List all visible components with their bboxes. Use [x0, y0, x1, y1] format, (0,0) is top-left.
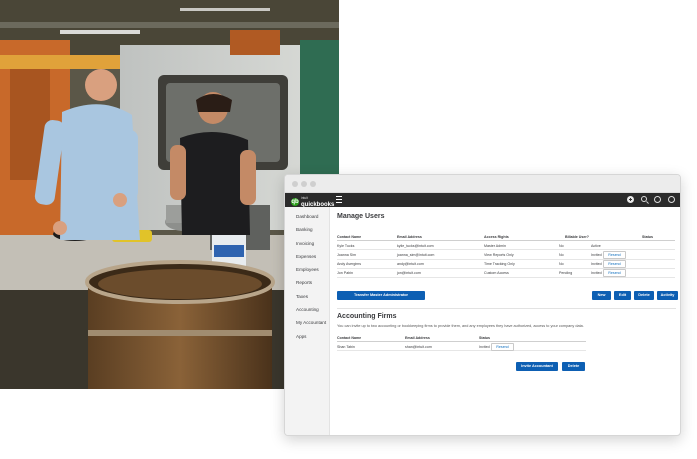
user-status: Invited	[591, 271, 602, 276]
user-name: Jon Pabin	[337, 271, 353, 276]
firms-table: Contact Name Email Address Status Shan T…	[337, 333, 586, 352]
user-email: andy@intuit.com	[397, 262, 424, 267]
table-row: Shan Tabin shan@intuit.com Invited Resen…	[337, 342, 586, 352]
user-name: Kyle Tucks	[337, 243, 355, 248]
resend-button[interactable]: Resend	[603, 250, 626, 259]
sidebar-item-accounting[interactable]: Accounting	[285, 303, 329, 316]
user-billable: Pending	[559, 271, 573, 276]
window-minimize-dot[interactable]	[301, 181, 307, 187]
col-email-address: Email Address	[405, 335, 430, 340]
resend-button[interactable]: Resend	[603, 269, 626, 278]
col-access-rights: Access Rights	[484, 234, 509, 239]
user-email: jon@intuit.com	[397, 271, 421, 276]
main-content: Manage Users Contact Name Email Address …	[331, 207, 680, 435]
table-row: Andy Avergirns andy@intuit.com Time Trac…	[337, 260, 675, 269]
user-status: Active	[591, 243, 601, 248]
user-status: Invited	[591, 262, 602, 267]
new-user-button[interactable]: New	[592, 291, 611, 300]
accounting-firms-title: Accounting Firms	[337, 313, 397, 320]
firms-table-header: Contact Name Email Address Status	[337, 333, 586, 342]
resend-button[interactable]: Resend	[491, 342, 514, 351]
sidebar: Dashboard Banking Invoicing Expenses Emp…	[285, 207, 330, 435]
firm-status: Invited	[479, 344, 490, 349]
user-email: joanna_sim@intuit.com	[397, 252, 435, 257]
resend-button[interactable]: Resend	[603, 260, 626, 269]
sidebar-item-employees[interactable]: Employees	[285, 263, 329, 276]
col-billable-user: Billable User?	[565, 234, 589, 239]
window-close-dot[interactable]	[292, 181, 298, 187]
sidebar-item-invoicing[interactable]: Invoicing	[285, 237, 329, 250]
sidebar-item-reports[interactable]: Reports	[285, 276, 329, 289]
table-row: Joanna Sim joanna_sim@intuit.com View Re…	[337, 250, 675, 260]
firm-contact-name: Shan Tabin	[337, 344, 355, 349]
user-status: Invited	[591, 252, 602, 257]
window-zoom-dot[interactable]	[310, 181, 316, 187]
delete-user-button[interactable]: Delete	[634, 291, 654, 300]
user-rights: Time Tracking Only	[484, 262, 515, 267]
invite-accountant-button[interactable]: Invite Accountant	[516, 362, 558, 371]
section-divider	[337, 308, 676, 309]
sidebar-item-expenses[interactable]: Expenses	[285, 250, 329, 263]
firm-email: shan@intuit.com	[405, 344, 432, 349]
users-table-header: Contact Name Email Address Access Rights…	[337, 232, 675, 241]
user-rights: Master Admin	[484, 243, 506, 248]
col-contact-name: Contact Name	[337, 234, 362, 239]
manage-users-title: Manage Users	[337, 213, 385, 220]
accounting-firms-note: You can invite up to two accounting or b…	[337, 324, 584, 328]
gear-icon[interactable]	[654, 196, 661, 203]
table-row: Jon Pabin jon@intuit.com Custom Access P…	[337, 269, 675, 279]
quickbooks-logo-icon: qb	[291, 198, 299, 206]
search-icon[interactable]	[641, 196, 647, 202]
user-email: kylie_tucks@intuit.com	[397, 243, 434, 248]
delete-firm-button[interactable]: Delete	[562, 362, 585, 371]
user-name: Andy Avergirns	[337, 262, 362, 267]
user-rights: View Reports Only	[484, 252, 514, 257]
user-billable: No	[559, 252, 564, 257]
hamburger-menu-icon[interactable]	[336, 196, 342, 205]
app-topbar: qb intuit quickbooks	[285, 193, 680, 208]
col-status: Status	[479, 335, 490, 340]
plus-icon[interactable]	[627, 196, 634, 203]
col-status: Status	[642, 234, 653, 239]
table-row: Kyle Tucks kylie_tucks@intuit.com Master…	[337, 241, 675, 251]
sidebar-item-banking[interactable]: Banking	[285, 223, 329, 236]
transfer-master-admin-button[interactable]: Transfer Master Administrator	[337, 291, 425, 300]
user-name: Joanna Sim	[337, 252, 356, 257]
quickbooks-window: qb intuit quickbooks Dashboard Banking I…	[284, 174, 681, 436]
sidebar-item-my-accountant[interactable]: My Accountant	[285, 316, 329, 329]
user-billable: No	[559, 243, 564, 248]
sidebar-item-apps[interactable]: Apps	[285, 330, 329, 343]
user-billable: No	[559, 262, 564, 267]
col-email-address: Email Address	[397, 234, 422, 239]
window-chrome	[285, 175, 680, 193]
col-contact-name: Contact Name	[337, 335, 362, 340]
sidebar-item-dashboard[interactable]: Dashboard	[285, 210, 329, 223]
users-table: Contact Name Email Address Access Rights…	[337, 232, 675, 279]
edit-user-button[interactable]: Edit	[614, 291, 631, 300]
sidebar-item-taxes[interactable]: Taxes	[285, 290, 329, 303]
activity-button[interactable]: Activity	[657, 291, 678, 300]
brand-prefix: intuit	[301, 196, 308, 200]
user-rights: Custom Access	[484, 271, 509, 276]
help-icon[interactable]	[668, 196, 675, 203]
